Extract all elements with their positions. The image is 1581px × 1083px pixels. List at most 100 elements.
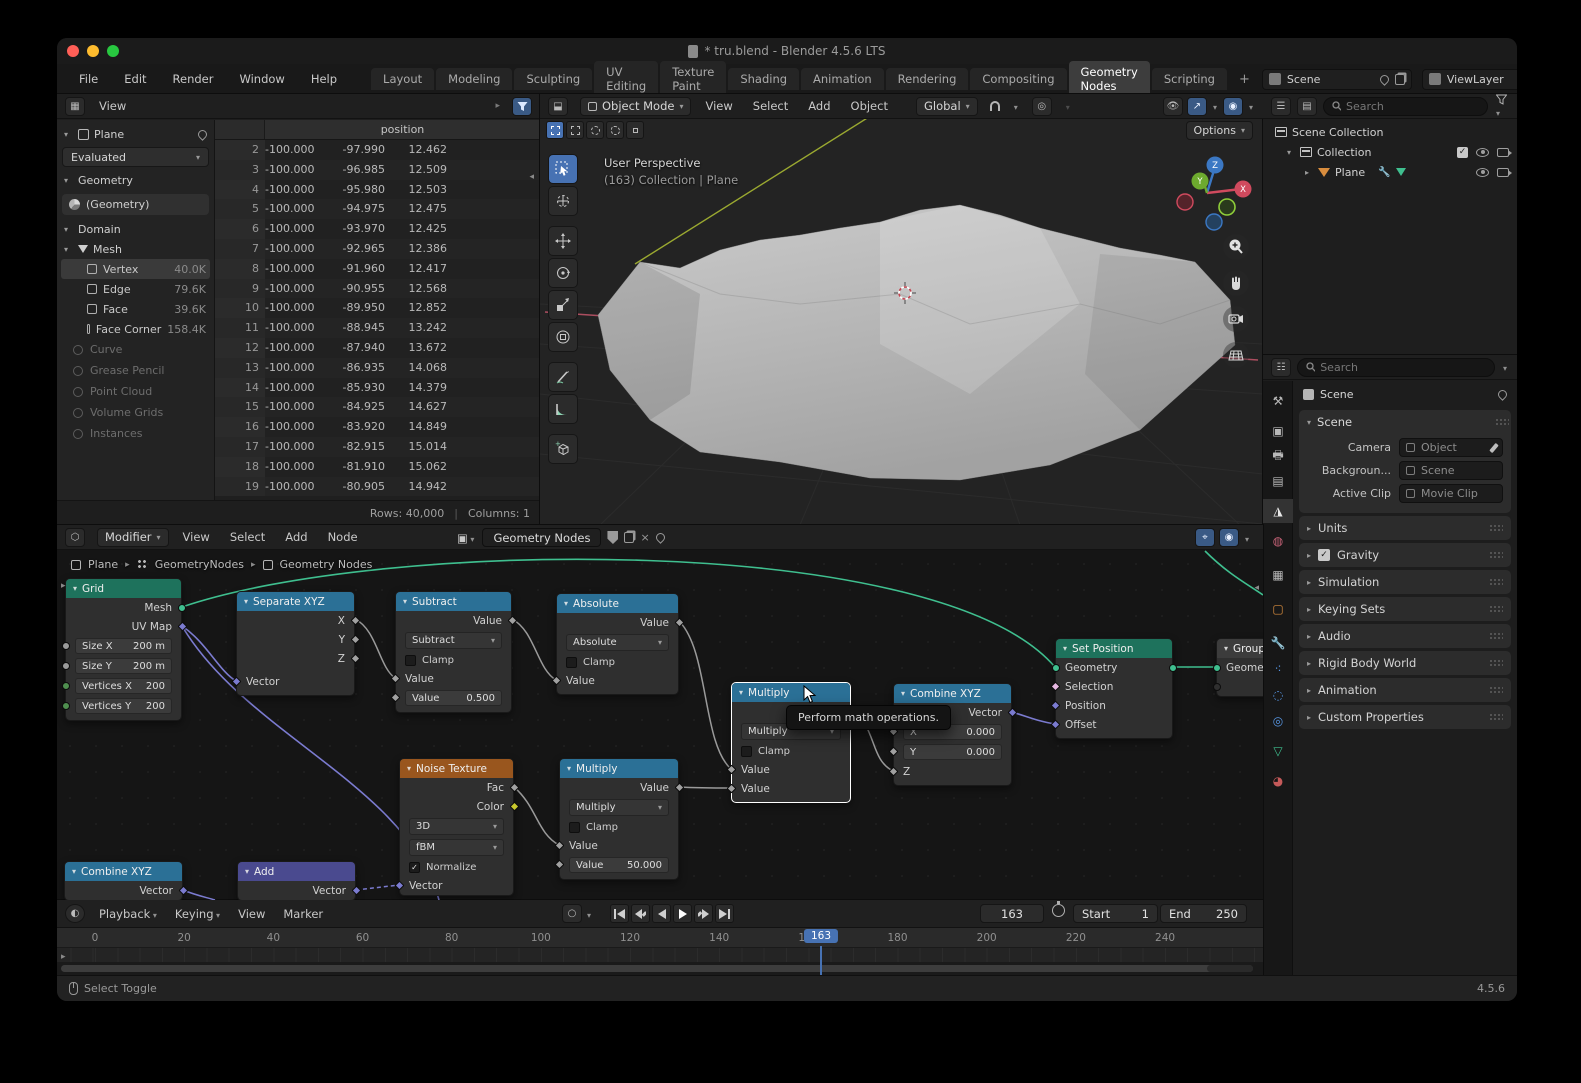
scene-panel-header[interactable]: Scene [1299,410,1511,434]
property-field-active-clip[interactable]: Movie Clip [1399,484,1503,503]
node-multiply-scale[interactable]: Multiply Value Multiply Clamp Value Valu… [559,758,679,880]
table-row[interactable]: 11-100.000-88.94513.242 [215,318,540,338]
socket-mesh-out[interactable] [178,604,186,612]
move-tool[interactable] [548,226,578,256]
domain-vertex[interactable]: Vertex40.0K [61,259,210,279]
property-field-backgroun-[interactable]: Scene [1399,461,1503,480]
add-cube-tool[interactable]: + [548,434,578,464]
play-button[interactable] [673,904,692,923]
collapse-arrow[interactable]: ◂ [1254,583,1259,593]
gizmo-x-neg[interactable] [1177,194,1193,210]
cursor-tool[interactable] [548,186,578,216]
menu-edit[interactable]: Edit [122,70,148,88]
rotate-tool[interactable] [548,258,578,288]
circle-select-button[interactable] [586,121,604,139]
geometry-node-editor[interactable]: ⬡ Modifier ViewSelectAddNode ▣ Geometry … [57,525,1263,900]
properties-tab-collection[interactable]: ▦ [1263,563,1293,587]
table-row[interactable]: 2-100.000-97.99012.462 [215,140,540,160]
disable-render-icon[interactable] [1497,168,1509,177]
gizmos-toggle-icon[interactable]: ↗ [1187,97,1207,116]
table-row[interactable]: 13-100.000-86.93514.068 [215,358,540,378]
new-scene-icon[interactable] [1395,74,1405,85]
grid-size-x-field[interactable]: Size X200 m [75,638,172,654]
workspace-tab-scripting[interactable]: Scripting [1152,68,1227,90]
timeline-menu-keying[interactable]: Keying [173,905,222,923]
display-mode-button[interactable]: ▤ [1297,97,1317,116]
viewlayer-selector[interactable]: ViewLayer [1422,69,1517,90]
outliner-search-input[interactable] [1346,100,1479,113]
auto-key-dropdown[interactable] [585,905,593,923]
gizmo-y-neg[interactable] [1219,199,1235,215]
end-frame-field[interactable]: End250 [1160,904,1247,923]
node-noise-texture[interactable]: Noise Texture Fac Color 3D fBM Normalize… [399,758,514,896]
workspace-tab-geometry-nodes[interactable]: Geometry Nodes [1069,61,1150,97]
lasso-select-button[interactable] [606,121,624,139]
annotate-tool[interactable] [548,362,578,392]
geometry-section[interactable]: ▾Geometry [61,170,210,190]
disable-render-icon[interactable] [1497,148,1509,157]
gizmos-dropdown[interactable] [1211,97,1219,115]
current-frame-field[interactable]: 163 [980,904,1044,923]
collapse-arrow[interactable]: ▸ [61,952,66,962]
editor-type-button[interactable]: ☰ [1271,97,1291,116]
table-row[interactable]: 16-100.000-83.92014.849 [215,417,540,437]
gizmo-z-neg[interactable] [1206,214,1222,230]
node-absolute[interactable]: Absolute Value Absolute Clamp Value [556,593,679,695]
grid-vertices-y-field[interactable]: Vertices Y200 [75,698,172,714]
table-row[interactable]: 17-100.000-82.91515.014 [215,437,540,457]
overlays-dropdown[interactable] [1247,97,1255,115]
table-row[interactable]: 15-100.000-84.92514.627 [215,397,540,417]
scene-selector[interactable]: Scene [1262,69,1412,90]
panel-gravity[interactable]: Gravity [1299,543,1511,567]
snap-dropdown[interactable] [1012,97,1020,115]
scale-tool[interactable] [548,290,578,320]
navigation-gizmo[interactable]: Z X Y [1177,157,1252,231]
table-row[interactable]: 4-100.000-95.98012.503 [215,180,540,200]
node-subtract[interactable]: Subtract Value Subtract Clamp Value Valu… [395,591,512,713]
viewport-menu-object[interactable]: Object [849,97,890,115]
outliner-search[interactable] [1323,97,1488,116]
domain-face-corner[interactable]: Face Corner158.4K [61,319,210,339]
transform-tool[interactable] [548,322,578,352]
minimize-window-button[interactable] [87,45,99,57]
playhead-line[interactable] [820,946,822,975]
operation-dropdown[interactable]: Multiply [569,799,669,816]
workspace-tab-sculpting[interactable]: Sculpting [514,68,592,90]
socket-verticesx-in[interactable] [62,682,70,690]
editor-type-button[interactable]: ☷ [1271,358,1291,377]
normalize-checkbox[interactable] [409,862,420,873]
timeline-scrollbar[interactable] [57,962,1263,975]
filter-toggle-arrow[interactable]: ▸ [495,101,500,111]
properties-tab-material[interactable]: ◕ [1263,769,1293,793]
timeline-ruler[interactable]: 020406080100120140160180200220240 [57,928,1263,948]
node-separate-xyz[interactable]: Separate XYZ X Y Z Vector [236,591,355,696]
close-window-button[interactable] [67,45,79,57]
outliner-row-plane[interactable]: ▸Plane 🔧 [1263,162,1517,182]
scrollbar-handle[interactable] [61,965,1253,972]
domain-volume-grids[interactable]: Volume Grids [61,402,210,423]
pin-icon[interactable] [1378,73,1391,86]
panel-custom-properties[interactable]: Custom Properties [1299,705,1511,729]
properties-tab-modifiers[interactable]: 🔧 [1263,631,1293,655]
menu-help[interactable]: Help [309,70,339,88]
drag-dots[interactable] [1489,686,1503,694]
domain-section[interactable]: ▾Domain [61,219,210,239]
editor-type-button[interactable]: ⬓ [548,97,568,116]
playhead-badge[interactable]: 163 [804,929,838,943]
socket-geometry-in[interactable] [1052,664,1060,672]
socket-sizey-in[interactable] [62,662,70,670]
falloff-dropdown[interactable] [1064,97,1072,115]
viewport-menu-add[interactable]: Add [806,97,832,115]
table-row[interactable]: 14-100.000-85.93014.379 [215,378,540,398]
hide-eye-icon[interactable] [1476,148,1489,157]
viewport-menu-select[interactable]: Select [751,97,790,115]
panel-units[interactable]: Units [1299,516,1511,540]
panel-rigid-body-world[interactable]: Rigid Body World [1299,651,1511,675]
table-row[interactable]: 7-100.000-92.96512.386 [215,239,540,259]
proportional-editing-icon[interactable]: ◎ [1032,97,1052,116]
drag-dots[interactable] [1489,632,1503,640]
previous-keyframe-button[interactable] [631,904,650,923]
menu-window[interactable]: Window [237,70,286,88]
panel-animation[interactable]: Animation [1299,678,1511,702]
select-box-tool[interactable] [548,154,578,184]
